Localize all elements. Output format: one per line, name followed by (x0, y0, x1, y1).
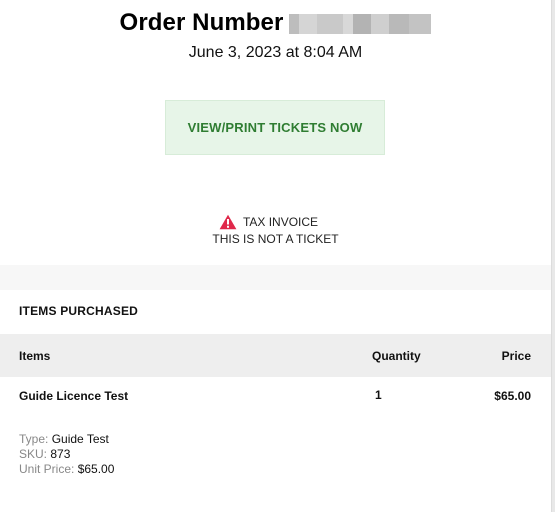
column-header-quantity: Quantity (372, 349, 421, 363)
item-sku-label: SKU: (19, 447, 48, 461)
order-header: Order Number (0, 8, 551, 38)
item-name: Guide Licence Test (19, 389, 129, 403)
scrollbar-track[interactable] (551, 0, 555, 512)
items-table-header: Items Quantity Price (0, 334, 551, 377)
item-unit-price: Unit Price: $65.00 (19, 462, 114, 477)
item-price: $65.00 (494, 389, 531, 403)
item-type-label: Type: (19, 432, 49, 446)
item-sku-value: 873 (50, 447, 71, 461)
items-purchased-heading: ITEMS PURCHASED (19, 304, 139, 318)
order-confirmation-page: Order Number June 3, 2023 at 8:04 AM VIE… (0, 0, 555, 512)
table-row: Guide Licence Test 1 $65.00 (0, 388, 551, 409)
column-header-items: Items (19, 349, 51, 363)
item-unit-price-label: Unit Price: (19, 462, 75, 476)
tax-invoice-notice: TAX INVOICE THIS IS NOT A TICKET (0, 214, 551, 247)
item-sku: SKU: 873 (19, 447, 114, 462)
tax-invoice-label: TAX INVOICE (242, 215, 319, 229)
item-quantity: 1 (375, 388, 382, 402)
item-unit-price-value: $65.00 (77, 462, 115, 476)
not-a-ticket-label: THIS IS NOT A TICKET (212, 232, 339, 246)
order-number-redacted (289, 14, 432, 34)
view-print-tickets-button[interactable]: VIEW/PRINT TICKETS NOW (165, 100, 385, 155)
item-type-value: Guide Test (51, 432, 109, 446)
item-type: Type: Guide Test (19, 432, 114, 447)
order-title: Order Number (119, 9, 284, 36)
order-date: June 3, 2023 at 8:04 AM (188, 44, 363, 61)
warning-icon (219, 214, 237, 230)
item-details: Type: Guide Test SKU: 873 Unit Price: $6… (19, 432, 114, 477)
section-divider (0, 265, 551, 290)
column-header-price: Price (501, 349, 531, 363)
